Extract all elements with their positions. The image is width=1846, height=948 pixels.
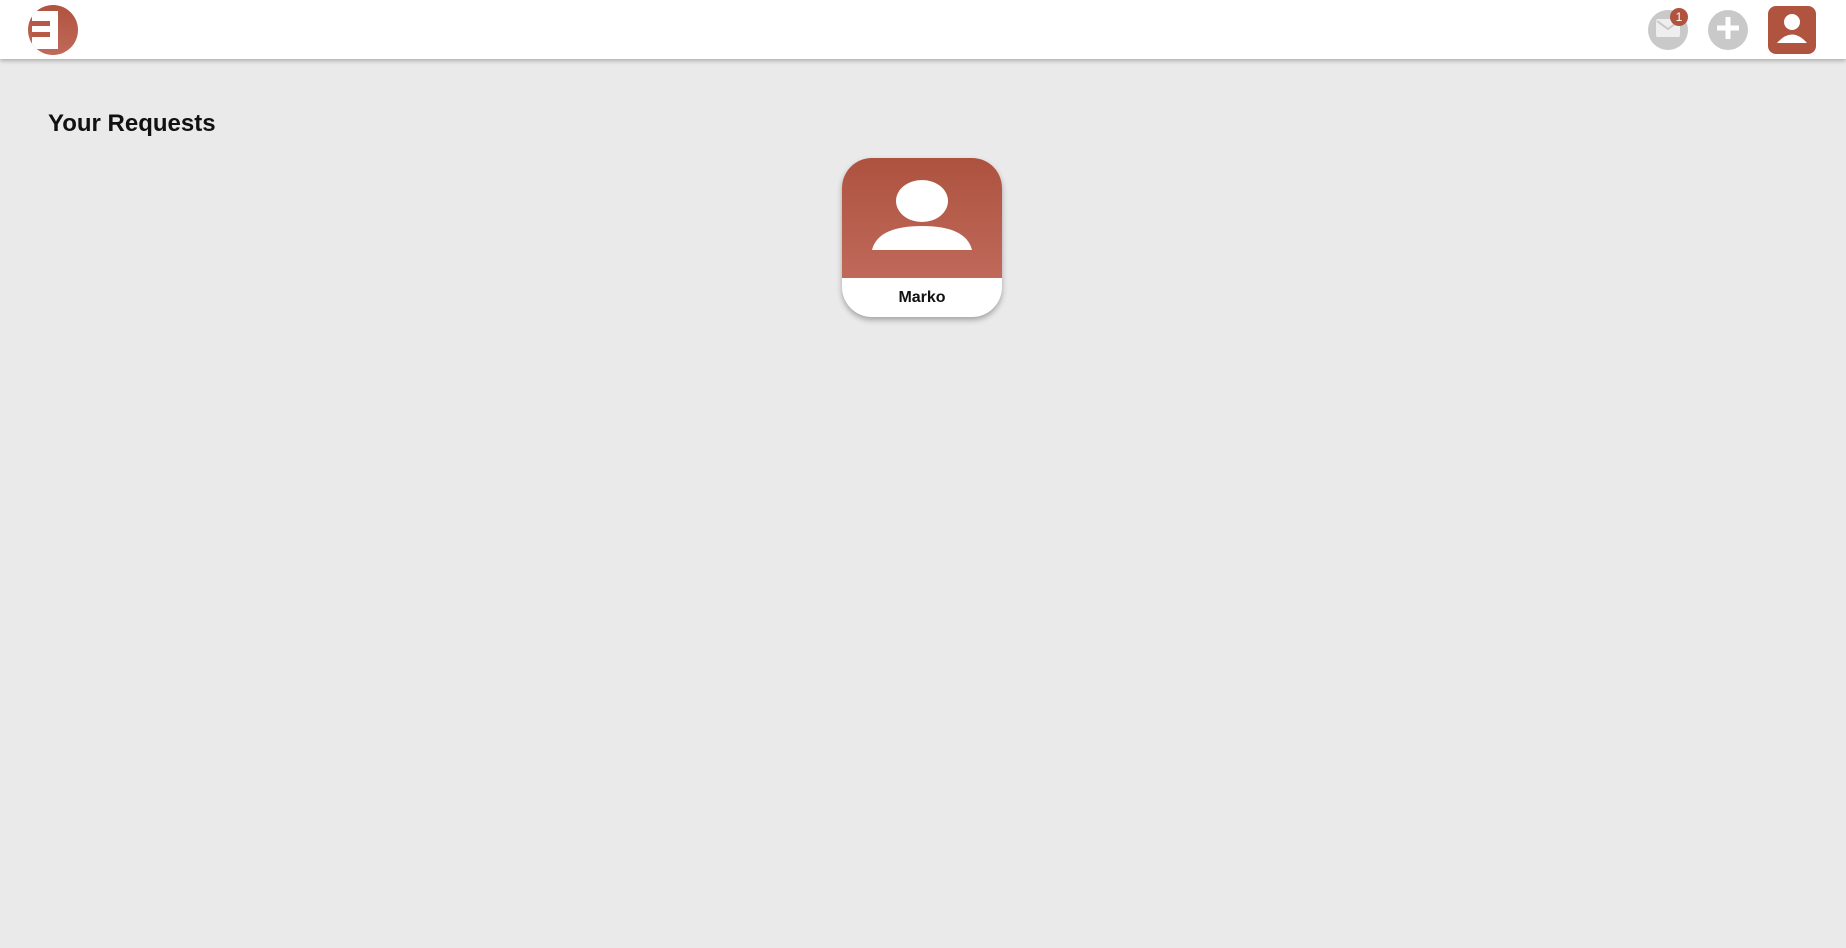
request-card-avatar <box>842 158 1002 278</box>
brand-logo-icon[interactable] <box>28 5 78 55</box>
profile-button[interactable] <box>1768 6 1816 54</box>
user-icon <box>1775 12 1809 49</box>
plus-icon <box>1717 16 1739 44</box>
add-button[interactable] <box>1708 10 1748 50</box>
request-card-name: Marko <box>898 288 946 306</box>
unread-count-badge: 1 <box>1670 8 1688 26</box>
page-title: Your Requests <box>48 110 216 137</box>
top-navigation-bar: 1 <box>0 0 1846 59</box>
request-card[interactable]: Marko <box>842 158 1002 317</box>
messages-button[interactable]: 1 <box>1648 8 1688 50</box>
user-avatar-icon <box>870 179 974 257</box>
